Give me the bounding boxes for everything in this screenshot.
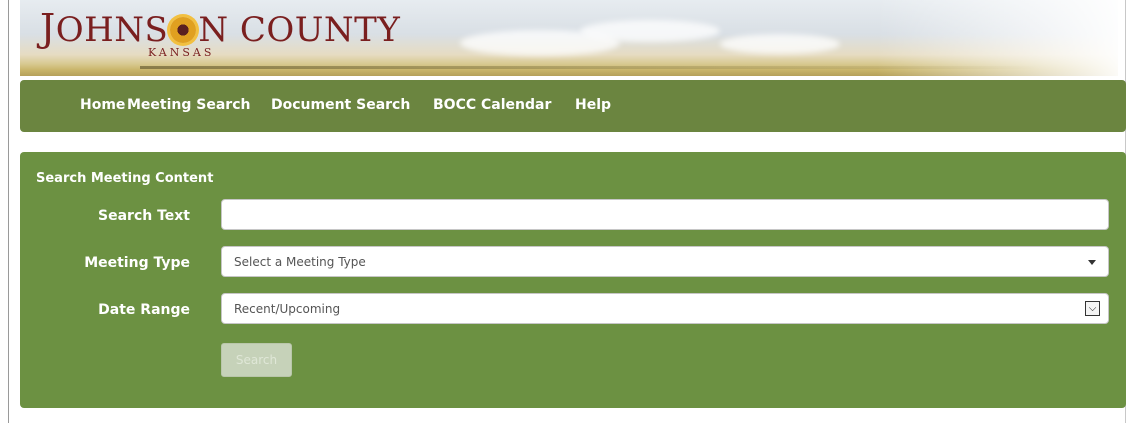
main-nav: Home Meeting Search Document Search BOCC… <box>20 80 1126 132</box>
sunflower-icon <box>170 17 197 43</box>
county-logo[interactable]: JOHNS N COUNTY <box>40 9 401 50</box>
panel-title: Search Meeting Content <box>36 171 214 186</box>
logo-subtitle: KANSAS <box>148 46 215 59</box>
search-button[interactable]: Search <box>221 343 292 377</box>
search-text-input[interactable] <box>221 199 1109 230</box>
caret-down-icon <box>1088 260 1096 265</box>
date-range-label: Date Range <box>98 302 190 318</box>
date-range-select[interactable]: Recent/Upcoming ⌵ <box>221 293 1109 324</box>
logo-text-part: OUNTY <box>266 10 401 50</box>
nav-home[interactable]: Home <box>80 97 125 113</box>
county-banner: JOHNS N COUNTY KANSAS <box>20 0 1118 76</box>
search-meeting-panel: Search Meeting Content Search Text Meeti… <box>20 152 1126 408</box>
dropdown-arrow-icon[interactable]: ⌵ <box>1085 301 1100 316</box>
nav-meeting-search[interactable]: Meeting Search <box>127 97 250 113</box>
logo-text-part: N C <box>198 10 267 50</box>
meeting-type-select[interactable]: Select a Meeting Type <box>221 246 1109 277</box>
meeting-type-value: Select a Meeting Type <box>234 255 366 269</box>
nav-document-search[interactable]: Document Search <box>271 97 410 113</box>
nav-bocc-calendar[interactable]: BOCC Calendar <box>433 97 551 113</box>
logo-letter: J <box>40 6 56 50</box>
nav-help[interactable]: Help <box>575 97 611 113</box>
logo-text-part: OHNS <box>55 10 169 50</box>
meeting-type-label: Meeting Type <box>84 255 190 271</box>
date-range-value: Recent/Upcoming <box>234 302 341 316</box>
search-text-label: Search Text <box>98 208 190 224</box>
